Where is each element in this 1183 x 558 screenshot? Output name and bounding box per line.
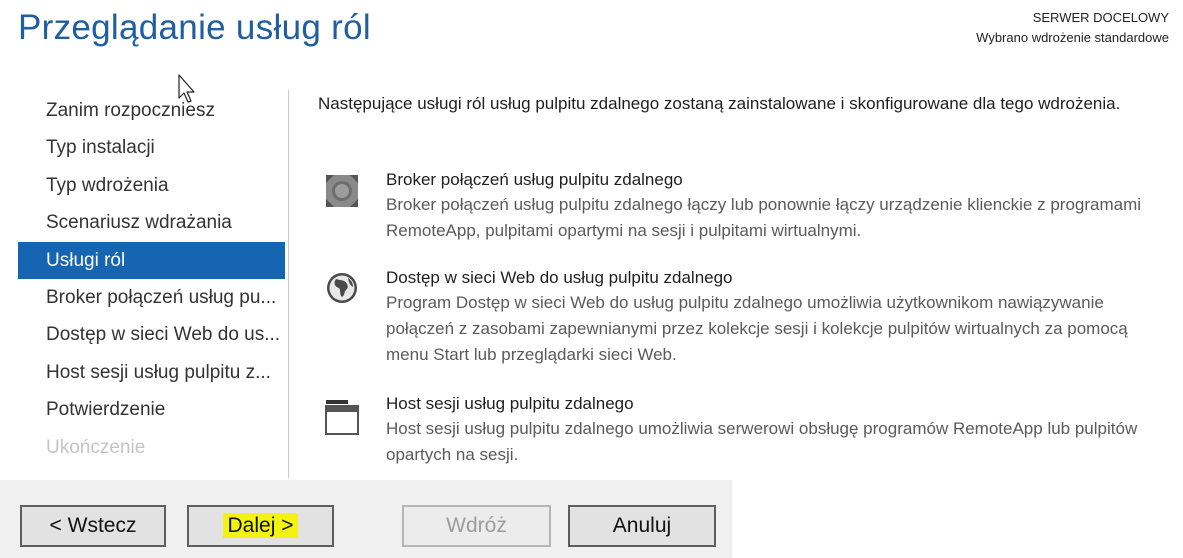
cancel-button[interactable]: Anuluj: [568, 505, 716, 547]
service-title: Host sesji usług pulpitu zdalnego: [386, 394, 634, 413]
nav-item-session-host[interactable]: Host sesji usług pulpitu z...: [18, 354, 285, 391]
globe-icon: [324, 268, 360, 308]
service-text: Host sesji usług pulpitu zdalnego Host s…: [386, 392, 1156, 468]
nav-item-deployment-type[interactable]: Typ wdrożenia: [18, 167, 285, 204]
service-description: Broker połączeń usług pulpitu zdalnego ł…: [386, 195, 1142, 240]
nav-item-web-access[interactable]: Dostęp w sieci Web do us...: [18, 316, 285, 353]
intro-text: Następujące usługi ról usług pulpitu zda…: [318, 94, 1121, 113]
service-title: Dostęp w sieci Web do usług pulpitu zdal…: [386, 268, 733, 287]
back-button[interactable]: < Wstecz: [20, 505, 166, 547]
main-content: Następujące usługi ról usług pulpitu zda…: [318, 92, 1158, 464]
deploy-button: Wdróż: [402, 505, 551, 547]
destination-server-value: Wybrano wdrożenie standardowe: [976, 30, 1169, 45]
nav-item-completion: Ukończenie: [46, 436, 146, 458]
page-title: Przeglądanie usług ról: [18, 8, 371, 47]
next-button[interactable]: Dalej >: [187, 505, 334, 547]
service-title: Broker połączeń usług pulpitu zdalnego: [386, 170, 683, 189]
broker-icon: [324, 170, 360, 210]
service-description: Host sesji usług pulpitu zdalnego umożli…: [386, 419, 1138, 464]
nav-divider: [288, 90, 289, 478]
wizard-nav: Zanim rozpoczniesz Typ instalacji Typ wd…: [18, 92, 285, 466]
destination-server: SERWER DOCELOWY Wybrano wdrożenie standa…: [976, 8, 1169, 48]
nav-item-connection-broker[interactable]: Broker połączeń usług pu...: [18, 279, 285, 316]
service-text: Broker połączeń usług pulpitu zdalnego B…: [386, 168, 1156, 244]
nav-item-before-you-begin[interactable]: Zanim rozpoczniesz: [18, 92, 285, 129]
next-button-label: Dalej >: [222, 513, 299, 538]
session-host-icon: [324, 398, 360, 438]
service-description: Program Dostęp w sieci Web do usług pulp…: [386, 293, 1128, 364]
nav-item-installation-type[interactable]: Typ instalacji: [18, 129, 285, 166]
service-text: Dostęp w sieci Web do usług pulpitu zdal…: [386, 266, 1156, 368]
mouse-pointer-icon: [178, 74, 196, 104]
destination-server-label: SERWER DOCELOWY: [1032, 10, 1169, 25]
nav-item-deployment-scenario[interactable]: Scenariusz wdrażania: [18, 204, 285, 241]
nav-item-role-services[interactable]: Usługi ról: [18, 241, 285, 279]
nav-item-confirmation[interactable]: Potwierdzenie: [18, 391, 285, 428]
